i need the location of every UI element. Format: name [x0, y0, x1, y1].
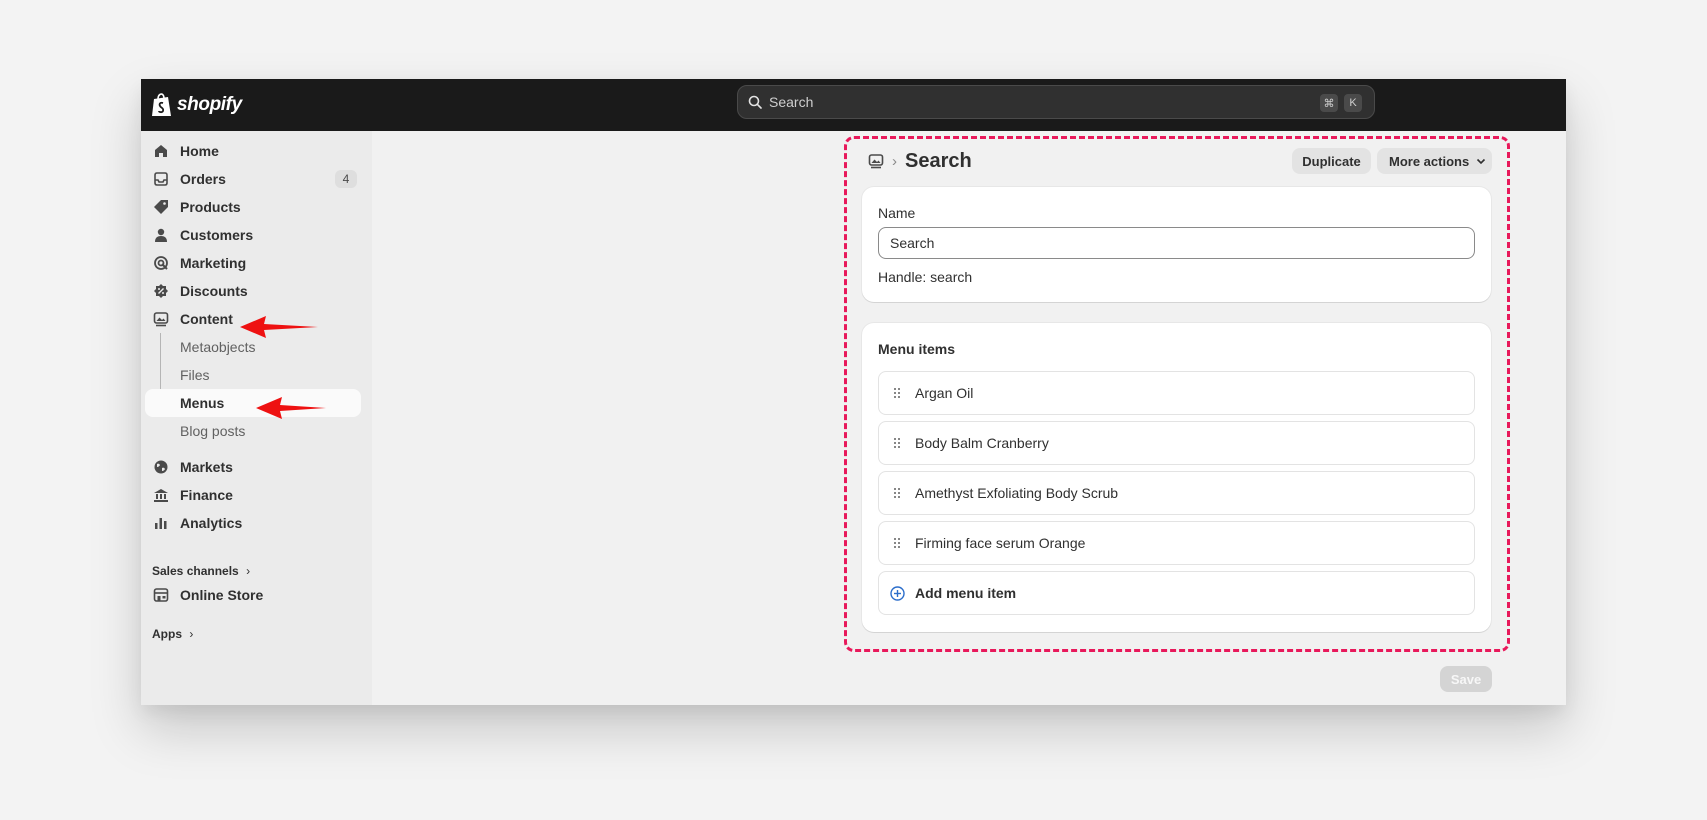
discount-icon [154, 284, 168, 298]
menu-item-row[interactable]: Argan Oil [878, 371, 1475, 415]
name-input[interactable]: Search [878, 227, 1475, 259]
sidebar-item-menus[interactable]: Menus [145, 389, 361, 417]
sidebar-item-label: Customers [180, 227, 254, 243]
name-label: Name [878, 205, 916, 221]
add-menu-item-label: Add menu item [915, 585, 1017, 601]
sidebar-item-label: Products [180, 199, 241, 215]
shopify-logo[interactable]: shopify [151, 91, 242, 119]
sidebar-item-orders[interactable]: Orders 4 [145, 165, 361, 193]
home-icon [155, 145, 167, 157]
sidebar-item-home[interactable]: Home [145, 137, 361, 165]
bank-icon [154, 489, 168, 502]
store-icon [153, 588, 169, 602]
breadcrumb: › Search [868, 149, 972, 173]
logo-text: shopify [177, 94, 242, 115]
sidebar-item-markets[interactable]: Markets [145, 453, 361, 481]
menu-item-row[interactable]: Amethyst Exfoliating Body Scrub [878, 471, 1475, 515]
menu-item-row[interactable]: Body Balm Cranberry [878, 421, 1475, 465]
target-icon [154, 256, 168, 270]
sidebar-item-analytics[interactable]: Analytics [145, 509, 361, 537]
k-key: K [1344, 94, 1362, 112]
sales-channels-heading[interactable]: Sales channels › [152, 564, 250, 578]
annotation-arrow-menus [256, 397, 326, 419]
menu-item-row[interactable]: Firming face serum Orange [878, 521, 1475, 565]
drag-handle-icon[interactable] [893, 387, 901, 399]
sidebar-item-finance[interactable]: Finance [145, 481, 361, 509]
sidebar-item-label: Content [180, 311, 233, 327]
sidebar-item-blog-posts[interactable]: Blog posts [145, 417, 361, 445]
sidebar-item-label: Analytics [180, 515, 243, 531]
drag-handle-icon[interactable] [893, 437, 901, 449]
handle-text: Handle: search [878, 269, 973, 285]
annotation-arrow-content [240, 316, 318, 338]
plus-circle-icon [890, 586, 905, 601]
sidebar-item-label: Metaobjects [180, 339, 256, 355]
sales-channels-label: Sales channels [152, 564, 239, 578]
more-actions-label: More actions [1389, 153, 1470, 169]
sidebar-item-label: Menus [180, 395, 225, 411]
page-title: Search [905, 149, 972, 172]
sidebar-item-label: Files [180, 367, 210, 383]
more-actions-button[interactable]: More actions [1377, 148, 1492, 174]
menu-item-label: Firming face serum Orange [915, 535, 1086, 551]
command-key: ⌘ [1320, 94, 1338, 112]
sidebar-item-label: Finance [180, 487, 233, 503]
add-menu-item-button[interactable]: Add menu item [878, 571, 1475, 615]
bar-chart-icon [155, 518, 167, 529]
sidebar-item-marketing[interactable]: Marketing [145, 249, 361, 277]
inbox-icon [154, 172, 168, 186]
menu-item-label: Argan Oil [915, 385, 974, 401]
globe-icon [154, 460, 168, 474]
chevron-right-icon: › [246, 564, 251, 578]
sidebar-item-files[interactable]: Files [145, 361, 361, 389]
chevron-right-icon: › [892, 152, 897, 170]
menu-item-label: Amethyst Exfoliating Body Scrub [915, 485, 1119, 501]
drag-handle-icon[interactable] [893, 487, 901, 499]
search-input[interactable]: Search ⌘ K [737, 85, 1375, 119]
sidebar-item-customers[interactable]: Customers [145, 221, 361, 249]
shopify-bag-icon [152, 93, 171, 116]
content-icon[interactable] [868, 153, 884, 169]
search-icon [748, 95, 762, 109]
sidebar-item-label: Marketing [180, 255, 247, 271]
person-icon [155, 228, 167, 242]
chevron-down-icon [1477, 158, 1486, 165]
content-icon [153, 312, 169, 327]
sidebar-item-label: Markets [180, 459, 233, 475]
apps-label: Apps [152, 627, 182, 641]
sidebar-item-label: Orders [180, 171, 226, 187]
tag-icon [154, 200, 168, 214]
sidebar-item-label: Home [180, 143, 219, 159]
chevron-right-icon: › [189, 627, 194, 641]
sidebar-item-discounts[interactable]: Discounts [145, 277, 361, 305]
duplicate-button[interactable]: Duplicate [1292, 148, 1371, 174]
sidebar-item-label: Discounts [180, 283, 248, 299]
sidebar-item-label: Online Store [180, 587, 264, 603]
sidebar-item-products[interactable]: Products [145, 193, 361, 221]
search-placeholder: Search [769, 94, 814, 110]
save-button[interactable]: Save [1440, 666, 1492, 692]
menu-item-label: Body Balm Cranberry [915, 435, 1049, 451]
top-bar: shopify Search ⌘ K [141, 79, 1566, 131]
sidebar-item-label: Blog posts [180, 423, 246, 439]
menu-items-title: Menu items [878, 341, 956, 357]
apps-heading[interactable]: Apps › [152, 627, 193, 641]
drag-handle-icon[interactable] [893, 537, 901, 549]
sidebar-item-online-store[interactable]: Online Store [145, 581, 361, 609]
orders-count-badge: 4 [335, 170, 357, 188]
